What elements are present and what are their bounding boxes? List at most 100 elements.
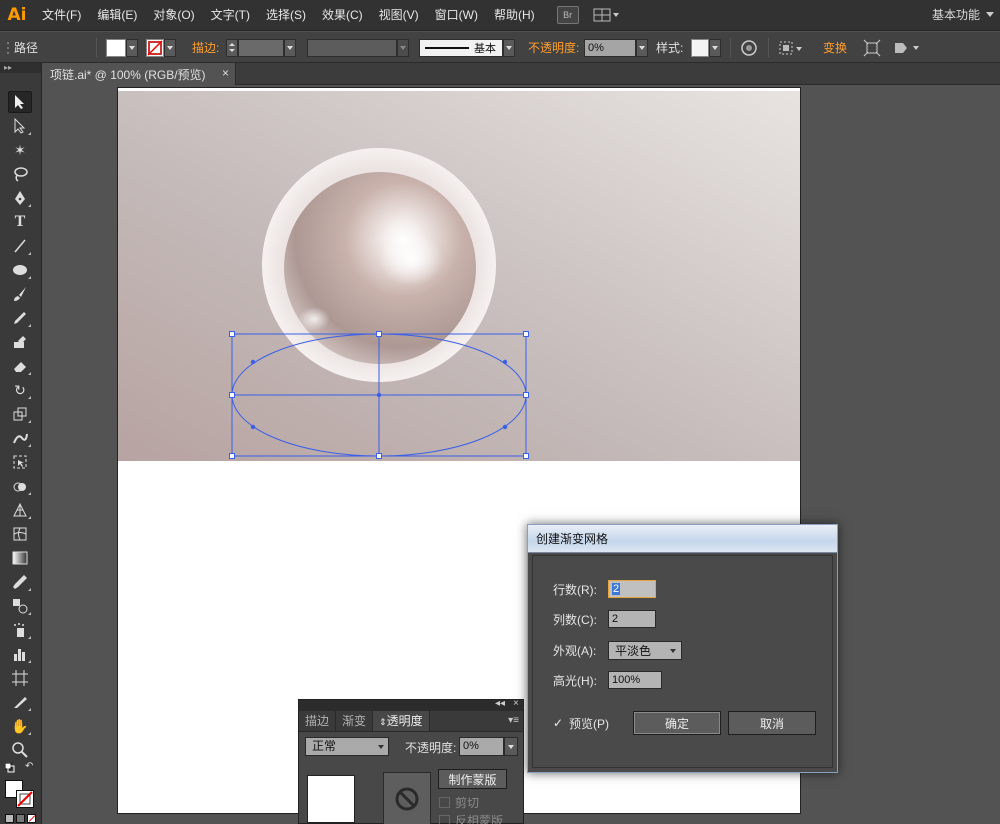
opacity-label[interactable]: 不透明度: [528, 32, 579, 63]
ok-button[interactable]: 确定 [633, 711, 721, 735]
slice-tool-icon[interactable] [8, 691, 32, 713]
chevron-down-icon[interactable] [636, 38, 648, 57]
ellipse-tool-icon[interactable] [8, 259, 32, 281]
chevron-down-icon[interactable] [126, 38, 138, 57]
menu-file[interactable]: 文件(F) [34, 0, 89, 31]
dialog-title[interactable]: 创建渐变网格 [528, 525, 837, 553]
menu-help[interactable]: 帮助(H) [486, 0, 543, 31]
stepper-icon[interactable] [226, 38, 238, 57]
close-icon[interactable]: × [513, 698, 519, 709]
menu-object[interactable]: 对象(O) [145, 0, 202, 31]
document-tab[interactable]: 项链.ai* @ 100% (RGB/预览) × [42, 63, 236, 85]
lasso-tool-icon[interactable] [8, 163, 32, 185]
menu-type[interactable]: 文字(T) [203, 0, 258, 31]
scale-tool-icon[interactable] [8, 403, 32, 425]
bridge-icon[interactable]: Br [556, 6, 579, 24]
pencil-tool-icon[interactable] [8, 307, 32, 329]
recolor-artwork-icon[interactable] [740, 32, 758, 63]
mesh-tool-icon[interactable] [8, 523, 32, 545]
style-swatch[interactable] [691, 38, 709, 57]
transform-label[interactable]: 变换 [823, 32, 847, 63]
stroke-color-picker[interactable] [146, 32, 176, 63]
selected-ellipse-path[interactable] [226, 328, 534, 464]
blend-mode-select[interactable]: 正常 [305, 737, 389, 756]
object-thumbnail[interactable] [307, 775, 355, 823]
menu-select[interactable]: 选择(S) [258, 0, 314, 31]
no-mask-icon[interactable] [383, 772, 431, 824]
rows-input[interactable]: 2 [608, 580, 656, 598]
direct-selection-tool-icon[interactable] [8, 115, 32, 137]
perspective-grid-tool-icon[interactable] [8, 499, 32, 521]
default-colors-icon[interactable] [4, 762, 15, 773]
eyedropper-tool-icon[interactable] [8, 571, 32, 593]
shape-builder-tool-icon[interactable] [8, 475, 32, 497]
cancel-button[interactable]: 取消 [728, 711, 816, 735]
align-icon[interactable] [778, 32, 804, 63]
selection-tool-icon[interactable] [8, 91, 32, 113]
stroke-weight-field[interactable] [238, 38, 284, 57]
invert-mask-checkbox[interactable]: 反相蒙版 [439, 812, 503, 824]
gradient-tool-icon[interactable] [8, 547, 32, 569]
clip-checkbox[interactable]: 剪切 [439, 794, 479, 810]
chevron-down-icon[interactable] [986, 12, 994, 17]
column-graph-tool-icon[interactable] [8, 643, 32, 665]
collapse-icon[interactable]: ◂◂ [495, 698, 505, 709]
panel-header[interactable]: ◂◂ × [299, 698, 523, 711]
chevron-down-icon[interactable] [164, 38, 176, 57]
stroke-label[interactable]: 描边: [192, 32, 219, 63]
pen-tool-icon[interactable] [8, 187, 32, 209]
tab-transparency[interactable]: ⇕透明度 [373, 711, 430, 731]
fill-color-picker[interactable] [106, 32, 138, 63]
rotate-tool-icon[interactable]: ↻ [8, 379, 32, 401]
magic-wand-tool-icon[interactable]: ✶ [8, 139, 32, 161]
blend-tool-icon[interactable] [8, 595, 32, 617]
highlight-input[interactable]: 100% [608, 671, 662, 689]
chevron-down-icon[interactable] [284, 38, 296, 57]
fill-swatch[interactable] [106, 38, 126, 57]
preview-checkbox[interactable]: ✓ 预览(P) [553, 713, 609, 733]
close-icon[interactable]: × [222, 66, 229, 80]
chevron-down-icon[interactable] [709, 38, 721, 57]
tab-gradient[interactable]: 渐变 [336, 711, 374, 731]
columns-input[interactable]: 2 [608, 610, 656, 628]
opacity-field[interactable]: 0% [584, 38, 636, 57]
swap-colors-icon[interactable]: ↶ [25, 761, 33, 772]
checkmark-icon[interactable]: ✓ [553, 717, 565, 729]
opacity-control[interactable]: 0% [584, 32, 648, 63]
collapse-panel-icon[interactable]: ▸▸ [0, 63, 41, 73]
make-mask-button[interactable]: 制作蒙版 [438, 769, 507, 789]
chevron-down-icon[interactable] [504, 737, 518, 756]
panel-menu-icon[interactable]: ▾≡ [508, 715, 519, 726]
tab-stroke[interactable]: 描边 [299, 711, 337, 731]
artboard-tool-icon[interactable] [8, 667, 32, 689]
workspace-switcher[interactable]: 基本功能 [932, 0, 980, 31]
stroke-weight-control[interactable] [226, 32, 296, 63]
free-transform-tool-icon[interactable] [8, 451, 32, 473]
appearance-select[interactable]: 平淡色 [608, 640, 682, 660]
paintbrush-tool-icon[interactable] [8, 283, 32, 305]
blob-brush-tool-icon[interactable] [8, 331, 32, 353]
menu-edit[interactable]: 编辑(E) [89, 0, 145, 31]
graphic-style-picker[interactable] [691, 32, 721, 63]
variable-width-profile[interactable] [307, 32, 409, 63]
menu-effect[interactable]: 效果(C) [314, 0, 371, 31]
brush-profile-select[interactable]: 基本 [419, 32, 515, 63]
no-stroke-swatch-icon[interactable] [146, 38, 164, 57]
arrange-documents-icon[interactable] [593, 7, 619, 23]
stroke-none-swatch-icon[interactable] [16, 790, 34, 808]
panel-menu-icon[interactable] [892, 32, 922, 63]
hand-tool-icon[interactable]: ✋ [8, 715, 32, 737]
panel-opacity-input[interactable]: 0% [459, 737, 504, 756]
line-segment-tool-icon[interactable] [8, 235, 32, 257]
warp-tool-icon[interactable] [8, 427, 32, 449]
eraser-tool-icon[interactable] [8, 355, 32, 377]
color-mode-icons[interactable] [5, 814, 37, 824]
menu-window[interactable]: 窗口(W) [427, 0, 486, 31]
menu-view[interactable]: 视图(V) [371, 0, 427, 31]
chevron-down-icon[interactable] [503, 38, 515, 57]
type-tool-icon[interactable]: T [8, 211, 32, 233]
zoom-tool-icon[interactable] [8, 739, 32, 761]
chevron-down-icon[interactable] [397, 38, 409, 57]
isolate-group-icon[interactable] [863, 32, 881, 63]
symbol-sprayer-tool-icon[interactable] [8, 619, 32, 641]
